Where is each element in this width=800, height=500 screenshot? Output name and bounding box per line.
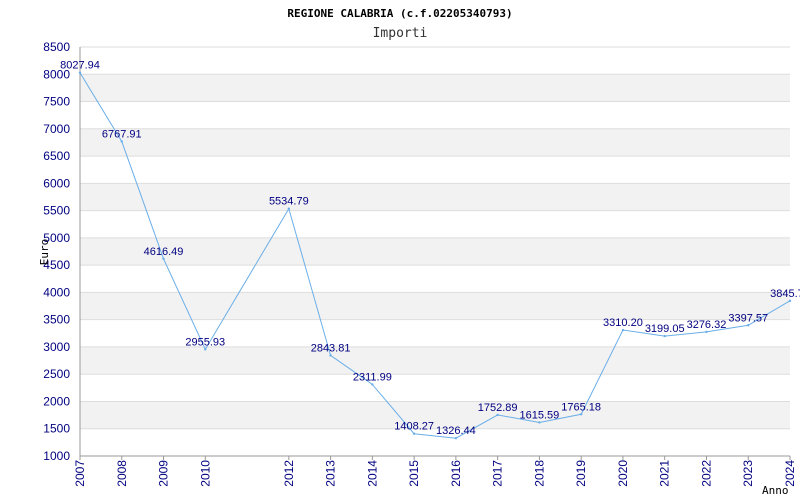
data-label: 5534.79	[269, 196, 309, 208]
data-point	[496, 413, 499, 417]
data-label: 3276.32	[687, 319, 727, 331]
y-tick-label: 7000	[43, 122, 70, 136]
y-tick-label: 1500	[43, 422, 70, 436]
line-chart: REGIONE CALABRIA (c.f.02205340793) Impor…	[38, 7, 800, 497]
x-tick-label: 2018	[532, 460, 546, 487]
x-tick-label: 2024	[783, 460, 797, 487]
grid-band	[80, 74, 790, 102]
data-label: 2843.81	[311, 342, 351, 354]
data-label: 3310.20	[603, 317, 643, 329]
x-axis-ticks: 2007 2008 2009 2010 2012 2013 2014 2015 2016 2017…	[73, 456, 797, 487]
data-label: 6767.91	[102, 128, 142, 140]
x-tick-label: 2013	[324, 460, 338, 487]
data-label: 1615.59	[520, 409, 560, 421]
y-tick-label: 2000	[43, 394, 70, 408]
data-label: 2311.99	[353, 371, 392, 383]
data-label: 1326.44	[436, 425, 476, 437]
data-point	[788, 299, 792, 303]
grid-band	[80, 292, 790, 320]
grid-band	[80, 128, 790, 157]
data-point	[538, 421, 541, 424]
x-tick-label: 2007	[73, 460, 87, 487]
y-tick-label: 3000	[43, 340, 70, 354]
data-point	[329, 354, 332, 357]
x-tick-label: 2009	[157, 460, 171, 487]
x-tick-label: 2020	[616, 460, 630, 487]
data-point	[747, 324, 750, 327]
x-tick-label: 2021	[658, 460, 672, 487]
data-point	[78, 71, 82, 74]
y-tick-label: 5500	[43, 204, 70, 218]
chart-title: REGIONE CALABRIA (c.f.02205340793)	[287, 7, 512, 20]
x-tick-label: 2008	[115, 460, 129, 487]
y-tick-label: 6500	[43, 149, 70, 163]
y-tick-label: 7500	[43, 95, 70, 109]
data-label: 2955.93	[185, 336, 225, 348]
grid-band	[80, 346, 790, 375]
x-tick-label: 2012	[282, 460, 296, 487]
y-tick-label: 6000	[43, 176, 70, 190]
x-tick-label: 2017	[491, 460, 505, 487]
data-label: 1765.18	[561, 401, 601, 413]
y-tick-label: 4000	[43, 285, 70, 299]
x-tick-label: 2022	[699, 460, 713, 487]
data-point	[663, 334, 666, 338]
data-label: 1752.89	[478, 402, 518, 414]
x-axis-label: Anno	[762, 484, 789, 497]
data-point	[621, 328, 625, 332]
data-label: 3199.05	[645, 323, 685, 335]
data-point	[371, 383, 374, 386]
data-point	[120, 140, 123, 143]
y-tick-label: 8500	[43, 40, 70, 54]
data-point	[287, 207, 291, 210]
data-point	[705, 330, 708, 334]
data-point	[204, 348, 207, 351]
x-tick-label: 2010	[198, 460, 212, 487]
x-tick-label: 2019	[574, 460, 588, 487]
data-point	[579, 413, 583, 416]
data-point	[412, 432, 416, 435]
grid-band	[80, 237, 790, 266]
y-tick-label: 3500	[43, 313, 70, 327]
data-label: 8027.94	[60, 60, 100, 72]
x-tick-label: 2023	[741, 460, 755, 487]
grid-band	[80, 183, 790, 211]
y-tick-label: 2500	[43, 367, 70, 381]
x-tick-label: 2015	[407, 460, 421, 487]
y-axis-label: Euro	[38, 239, 51, 266]
x-tick-label: 2016	[449, 460, 463, 487]
data-point	[162, 257, 165, 260]
y-tick-label: 1000	[43, 449, 70, 463]
grid-bands	[80, 74, 790, 429]
data-label: 1408.27	[394, 421, 434, 433]
x-tick-label: 2014	[365, 460, 379, 487]
data-point	[454, 436, 458, 440]
data-label: 3397.57	[728, 312, 768, 324]
data-label: 3845.72	[770, 288, 800, 300]
chart-subtitle: Importi	[373, 26, 428, 41]
data-label: 4616.49	[144, 246, 184, 258]
